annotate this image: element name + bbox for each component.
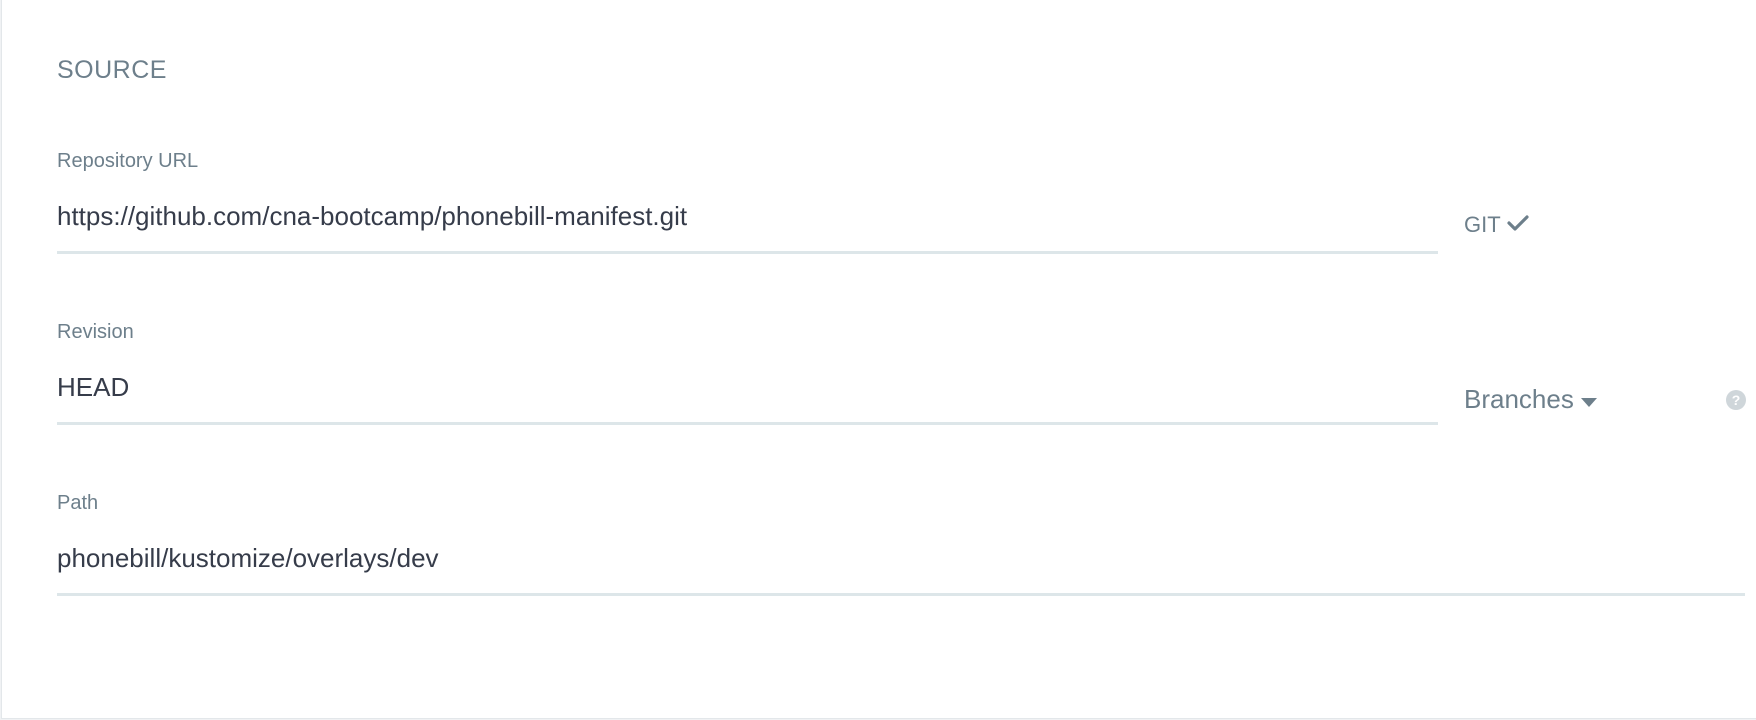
path-label: Path [57,492,99,514]
section-title: SOURCE [57,56,167,84]
repository-url-label: Repository URL [57,150,199,172]
path-input[interactable] [57,524,1745,596]
revision-input[interactable] [57,353,1438,425]
caret-down-icon [1580,384,1598,415]
help-icon[interactable]: ? [1726,390,1746,410]
source-panel: SOURCE Repository URL GIT Revision Branc… [1,0,1756,719]
repository-url-input[interactable] [57,182,1438,254]
branches-dropdown[interactable]: Branches [1464,384,1598,415]
repo-type-indicator: GIT [1464,212,1529,238]
revision-label: Revision [57,321,134,343]
check-icon [1507,212,1529,238]
branches-label: Branches [1464,384,1574,414]
repo-type-label: GIT [1464,212,1501,237]
